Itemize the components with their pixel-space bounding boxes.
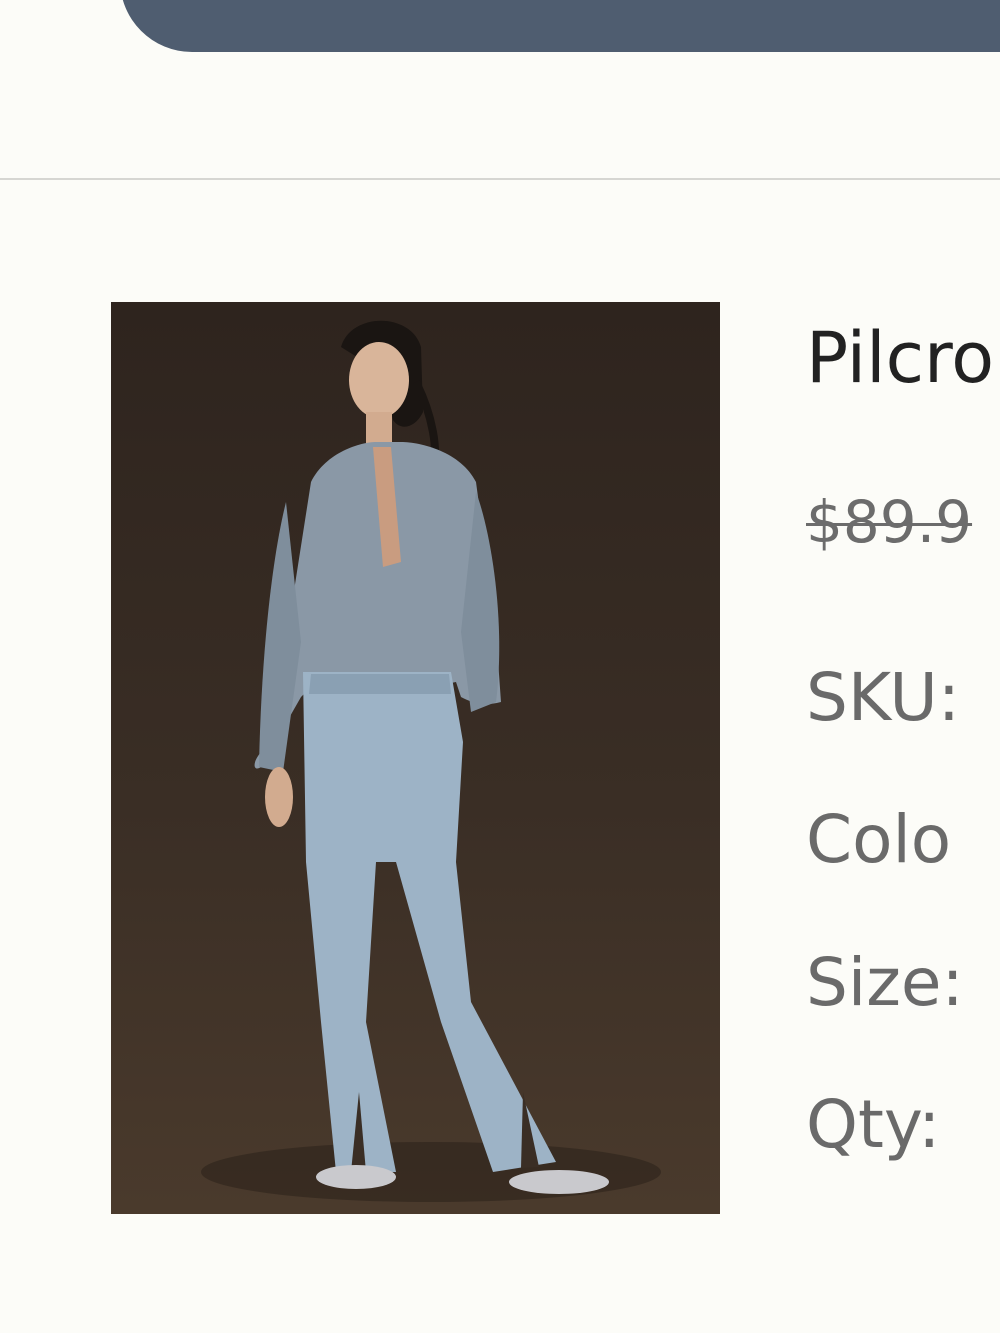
floor-shadow (201, 1142, 661, 1202)
product-photo[interactable] (111, 302, 720, 1214)
left-shoe (316, 1165, 396, 1189)
waistband (309, 674, 451, 694)
face-shape (349, 342, 409, 418)
model-illustration (201, 320, 661, 1202)
size-label: Size: (806, 944, 964, 1021)
product-page: Pilcro $89.9 SKU: Colo Size: Qty: (0, 0, 1000, 1333)
right-shoe (509, 1170, 609, 1194)
left-sleeve (259, 502, 301, 772)
qty-label: Qty: (806, 1086, 941, 1163)
product-title: Pilcro (806, 317, 995, 399)
header-bar (120, 0, 1000, 52)
sku-label: SKU: (806, 659, 960, 736)
original-price: $89.9 (806, 488, 973, 556)
left-hand (265, 767, 293, 827)
jeans-shape (303, 672, 556, 1172)
header-divider (0, 178, 1000, 180)
color-label: Colo (806, 801, 952, 878)
